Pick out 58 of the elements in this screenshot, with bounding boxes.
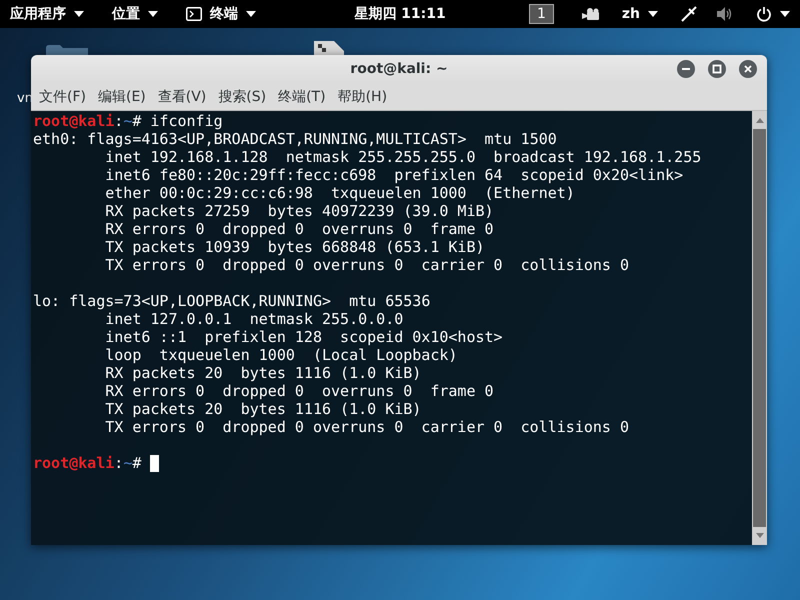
top-bar-menu[interactable]: 位置	[108, 3, 162, 25]
output-line: RX errors 0 dropped 0 overruns 0 frame 0	[105, 382, 494, 400]
output-line: inet6 fe80::20c:29ff:fecc:c698 prefixlen 64 scopeid 0x20<link>	[105, 166, 684, 184]
output-line: TX errors 0 dropped 0 overruns 0 carrier 0 collisions 0	[105, 256, 630, 274]
maximize-button[interactable]	[708, 60, 726, 78]
prompt-separator: :	[114, 454, 124, 472]
output-line: lo: flags=73<UP,LOOPBACK,RUNNING> mtu 65536	[33, 292, 430, 310]
menu-item[interactable]: 文件(F)	[33, 88, 92, 106]
output-line: loop txqueuelen 1000 (Local Loopback)	[105, 346, 458, 364]
output-line: TX errors 0 dropped 0 overruns 0 carrier 0 collisions 0	[105, 418, 630, 436]
scroll-up-icon[interactable]	[754, 116, 764, 124]
output-line: TX packets 10939 bytes 668848 (653.1 KiB)	[105, 238, 485, 256]
prompt-symbol: #	[132, 112, 142, 130]
output-line: eth0: flags=4163<UP,BROADCAST,RUNNING,MULTICAST> mtu 1500	[33, 130, 557, 148]
menu-item[interactable]: 搜索(S)	[212, 88, 272, 106]
close-button[interactable]	[739, 60, 757, 78]
terminal-icon	[186, 7, 202, 21]
output-line: inet 192.168.1.128 netmask 255.255.255.0 broadcast 192.168.1.255	[105, 148, 702, 166]
caret-icon	[246, 11, 256, 17]
prompt-user-host: root@kali	[33, 112, 114, 130]
clock[interactable]: 星期四 11:11	[354, 5, 446, 23]
maximize-icon	[712, 64, 722, 74]
menu-item[interactable]: 查看(V)	[152, 88, 212, 106]
scroll-down-icon[interactable]	[754, 532, 764, 540]
output-line: inet 127.0.0.1 netmask 255.0.0.0	[105, 310, 404, 328]
prompt-path: ~	[123, 112, 132, 130]
command-text: ifconfig	[150, 112, 223, 130]
output-line: RX errors 0 dropped 0 overruns 0 frame 0	[105, 220, 494, 238]
output-line: ether 00:0c:29:cc:c6:98 txqueuelen 1000 (Ethernet)	[105, 184, 575, 202]
caret-icon	[148, 11, 158, 17]
close-icon	[743, 64, 753, 74]
prompt-separator: :	[114, 112, 124, 130]
caret-icon	[780, 11, 790, 17]
menu-item[interactable]: 终端(T)	[272, 88, 332, 106]
power-icon	[756, 6, 772, 22]
menu-item[interactable]: 帮助(H)	[332, 88, 394, 106]
output-line: RX packets 27259 bytes 40972239 (39.0 MiB)	[105, 202, 494, 220]
scrollbar[interactable]	[752, 111, 767, 545]
output-line: TX packets 20 bytes 1116 (1.0 KiB)	[105, 400, 422, 418]
camera-icon[interactable]	[582, 7, 600, 21]
top-bar-menu[interactable]: 终端	[182, 3, 260, 25]
prompt-symbol: #	[132, 454, 142, 472]
minimize-button[interactable]	[677, 60, 695, 78]
output-line: RX packets 20 bytes 1116 (1.0 KiB)	[105, 364, 422, 382]
output-line: inet6 ::1 prefixlen 128 scopeid 0x10<host>	[105, 328, 503, 346]
top-bar-menu[interactable]: 应用程序	[6, 3, 88, 25]
scrollbar-thumb[interactable]	[753, 129, 766, 527]
network-icon[interactable]	[680, 5, 698, 23]
file-icon[interactable]	[314, 41, 344, 55]
volume-icon[interactable]	[716, 6, 734, 22]
caret-icon	[648, 11, 658, 17]
workspace-indicator[interactable]: 1	[528, 4, 554, 24]
menu-item[interactable]: 编辑(E)	[92, 88, 152, 106]
window-title: root@kali: ~	[350, 61, 448, 77]
prompt-user-host: root@kali	[33, 454, 114, 472]
caret-icon	[74, 11, 84, 17]
prompt-path: ~	[123, 454, 132, 472]
language-menu[interactable]: zh	[618, 4, 662, 24]
